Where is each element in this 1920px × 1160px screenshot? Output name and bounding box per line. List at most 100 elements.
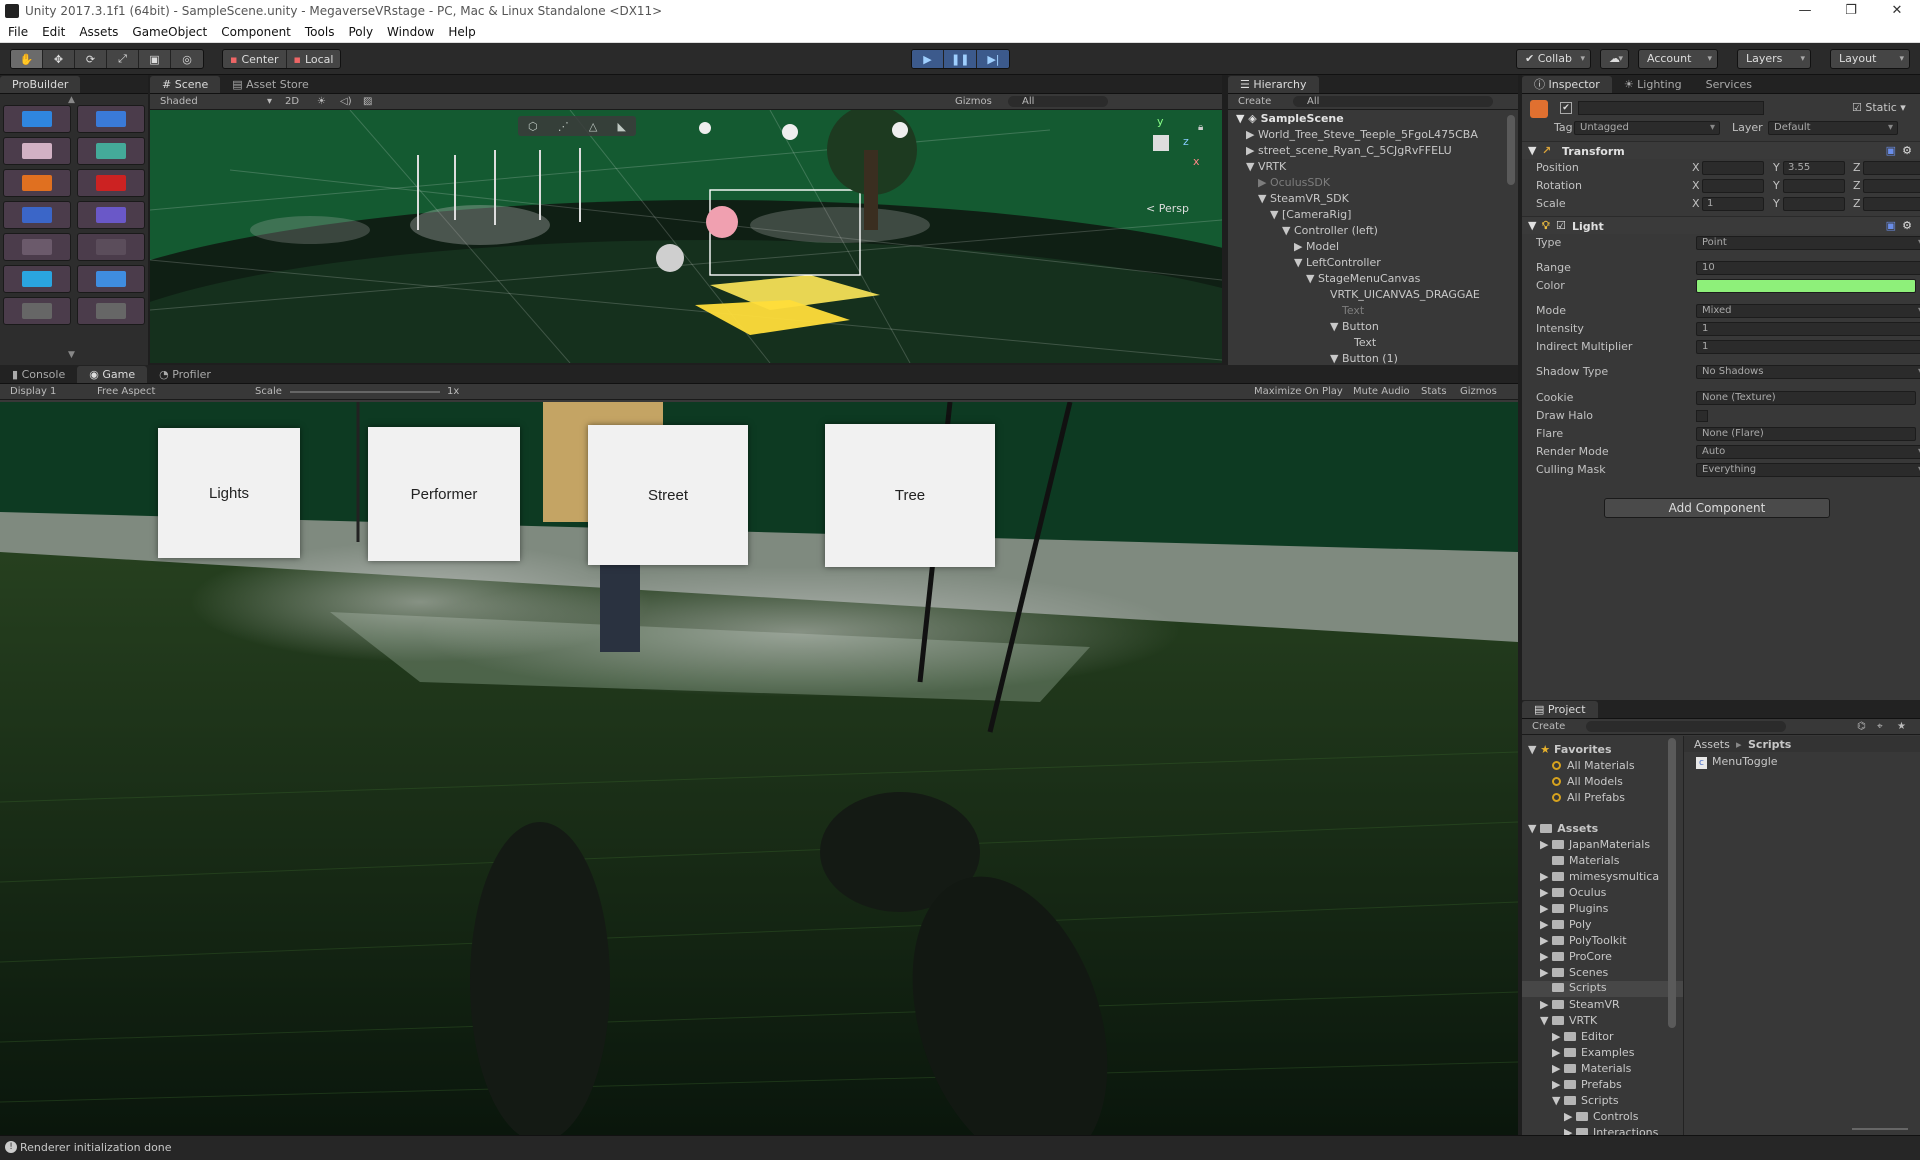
static-toggle[interactable]: ☑ Static ▾	[1852, 101, 1906, 114]
assets-header[interactable]: ▼ Assets	[1528, 822, 1598, 837]
folder-item[interactable]: ▼ VRTK	[1540, 1014, 1597, 1029]
hierarchy-row[interactable]: ▼ Button	[1330, 320, 1379, 335]
cloud-button[interactable]: ☁	[1600, 49, 1629, 69]
render-mode-dropdown[interactable]: Auto	[1696, 445, 1920, 459]
scene-lighting-icon[interactable]: ☀	[317, 96, 326, 107]
pb-shape-button[interactable]	[3, 233, 71, 261]
transform-component-header[interactable]: ▼ ↗ Transform ▣ ⚙	[1522, 141, 1920, 159]
light-component-header[interactable]: ▼ 💡︎ ☑ Light ▣ ⚙	[1522, 216, 1920, 234]
edge-tool-icon[interactable]: △	[589, 120, 597, 133]
scale-z-field[interactable]	[1863, 197, 1920, 211]
minimize-button[interactable]: —	[1782, 0, 1828, 22]
account-dropdown[interactable]: Account	[1638, 49, 1718, 69]
rotate-tool-button[interactable]: ⟳	[75, 50, 107, 68]
pb-select-button[interactable]	[3, 201, 71, 229]
tab-scene[interactable]: # Scene	[150, 76, 221, 93]
scene-search-input[interactable]: All	[1008, 96, 1108, 107]
hierarchy-row[interactable]: VRTK_UICANVAS_DRAGGAE	[1330, 288, 1480, 303]
hierarchy-search-input[interactable]: All	[1293, 96, 1493, 107]
light-type-dropdown[interactable]: Point	[1696, 236, 1920, 250]
pivot-local-button[interactable]: ▪ Local	[287, 50, 341, 68]
object-tool-icon[interactable]: ⬡	[528, 120, 538, 133]
hierarchy-scrollbar[interactable]	[1507, 115, 1515, 185]
light-enabled-checkbox[interactable]: ☑	[1556, 219, 1566, 232]
menu-window[interactable]: Window	[379, 25, 440, 39]
pb-mirror-button[interactable]	[3, 297, 71, 325]
mute-audio-toggle[interactable]: Mute Audio	[1353, 386, 1410, 397]
position-z-field[interactable]	[1863, 161, 1920, 175]
tab-project[interactable]: ▤ Project	[1522, 701, 1598, 718]
menu-assets[interactable]: Assets	[71, 25, 124, 39]
folder-item[interactable]: ▶ Editor	[1552, 1030, 1614, 1045]
hand-tool-button[interactable]: ✋	[11, 50, 43, 68]
pb-uv2-button[interactable]	[3, 265, 71, 293]
script-file-item[interactable]: c MenuToggle	[1696, 755, 1778, 770]
folder-item-selected[interactable]: Scripts	[1522, 981, 1684, 997]
pb-export-button[interactable]	[77, 265, 145, 293]
settings-gear-icon[interactable]: ⚙	[1902, 219, 1912, 232]
help-icon[interactable]: ▣	[1886, 144, 1896, 157]
tab-inspector[interactable]: ⓘ Inspector	[1522, 76, 1612, 93]
project-create-button[interactable]: Create	[1532, 721, 1565, 732]
tab-asset-store[interactable]: ▤ Asset Store	[220, 76, 321, 93]
scroll-down-icon[interactable]: ▼	[68, 350, 75, 360]
folder-item[interactable]: ▶ Controls	[1564, 1110, 1638, 1125]
display-dropdown[interactable]: Display 1	[10, 386, 56, 397]
scene-view[interactable]: ⬡ ⋰ △ ◣ y z x 🔒︎ < Persp	[150, 110, 1222, 363]
lock-icon[interactable]: 🔒︎	[1198, 122, 1203, 133]
folder-item[interactable]: ▶ Materials	[1552, 1062, 1631, 1077]
tab-console[interactable]: ▮ Console	[0, 366, 77, 383]
favorites-header[interactable]: ▼ ★ Favorites	[1528, 743, 1612, 758]
settings-gear-icon[interactable]: ⚙	[1902, 144, 1912, 157]
collab-dropdown[interactable]: ✔ Collab	[1516, 49, 1591, 69]
pb-smoothing-button[interactable]	[3, 137, 71, 165]
scene-effects-icon[interactable]: ▨	[363, 96, 372, 107]
face-tool-icon[interactable]: ◣	[617, 120, 625, 133]
hierarchy-row[interactable]: ▶ Model	[1294, 240, 1339, 255]
position-y-field[interactable]: 3.55	[1783, 161, 1845, 175]
filter-label-icon[interactable]: ⌖	[1877, 721, 1883, 732]
menu-poly[interactable]: Poly	[340, 25, 379, 39]
active-checkbox[interactable]: ✔	[1560, 102, 1572, 114]
maximize-on-play-toggle[interactable]: Maximize On Play	[1254, 386, 1343, 397]
hierarchy-row[interactable]: ▼ [CameraRig]	[1270, 208, 1351, 223]
aspect-dropdown[interactable]: Free Aspect	[97, 386, 155, 397]
favorite-item[interactable]: All Materials	[1552, 759, 1635, 774]
folder-item[interactable]: ▶ ProCore	[1540, 950, 1612, 965]
add-component-button[interactable]: Add Component	[1604, 498, 1830, 518]
culling-mask-dropdown[interactable]: Everything	[1696, 463, 1920, 477]
pb-merge-button[interactable]	[77, 297, 145, 325]
position-x-field[interactable]	[1702, 161, 1764, 175]
shading-dropdown[interactable]: Shaded	[160, 96, 198, 107]
folder-item[interactable]: ▶ Plugins	[1540, 902, 1608, 917]
hierarchy-row[interactable]: ▼ Controller (left)	[1282, 224, 1378, 239]
menu-component[interactable]: Component	[213, 25, 297, 39]
folder-item[interactable]: Materials	[1552, 854, 1619, 869]
menu-gameobject[interactable]: GameObject	[124, 25, 213, 39]
menu-file[interactable]: File	[0, 25, 34, 39]
game-view[interactable]: Lights Performer Street Tree	[0, 402, 1518, 1135]
help-icon[interactable]: ▣	[1886, 219, 1896, 232]
maximize-button[interactable]: ❐	[1828, 0, 1874, 22]
rotation-y-field[interactable]	[1783, 179, 1845, 193]
favorite-item[interactable]: All Models	[1552, 775, 1623, 790]
hierarchy-row[interactable]: ▼ SteamVR_SDK	[1258, 192, 1349, 207]
hierarchy-row[interactable]: Text	[1354, 336, 1376, 351]
stats-toggle[interactable]: Stats	[1421, 386, 1447, 397]
cookie-field[interactable]: None (Texture)	[1696, 391, 1916, 405]
folder-item[interactable]: ▶ Examples	[1552, 1046, 1634, 1061]
favorite-item[interactable]: All Prefabs	[1552, 791, 1625, 806]
hierarchy-row[interactable]: ▶ street_scene_Ryan_C_5CJgRvFFELU	[1246, 144, 1452, 159]
menu-edit[interactable]: Edit	[34, 25, 71, 39]
scene-gizmos-dropdown[interactable]: Gizmos	[955, 96, 992, 107]
folder-item[interactable]: ▶ JapanMaterials	[1540, 838, 1650, 853]
folder-item[interactable]: ▼ Scripts	[1552, 1094, 1619, 1109]
pb-sphere-button[interactable]	[77, 201, 145, 229]
layout-dropdown[interactable]: Layout	[1830, 49, 1910, 69]
tab-game[interactable]: ◉ Game	[77, 366, 148, 383]
hierarchy-create-button[interactable]: Create	[1238, 96, 1271, 107]
hierarchy-row[interactable]: Text	[1342, 304, 1364, 319]
flare-field[interactable]: None (Flare)	[1696, 427, 1916, 441]
layers-dropdown[interactable]: Layers	[1737, 49, 1811, 69]
folder-item[interactable]: ▶ PolyToolkit	[1540, 934, 1627, 949]
